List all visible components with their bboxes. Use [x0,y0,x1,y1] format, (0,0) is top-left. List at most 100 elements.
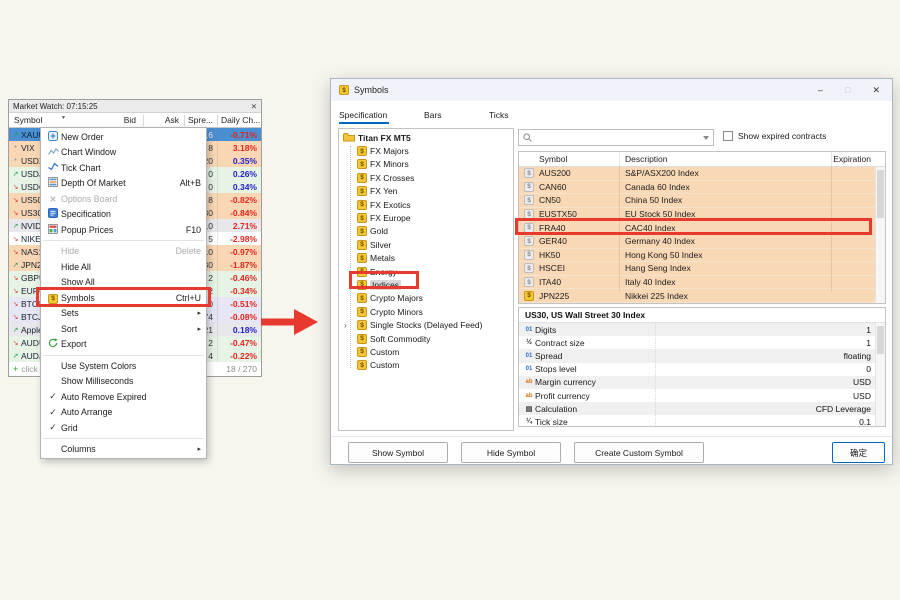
daily-change-value: 2.71% [232,220,257,231]
close-icon[interactable]: ✕ [251,102,257,111]
description-cell: Nikkei 225 Index [625,290,688,301]
tree-item-crypto-minors[interactable]: $ Crypto Minors [339,305,513,318]
property-label: Digits [535,324,557,335]
tree-item-fx-yen[interactable]: $ FX Yen [339,185,513,198]
symbol-group-icon: $ [357,159,367,170]
chevron-down-icon[interactable] [703,135,709,140]
column-symbol[interactable]: Symbol [519,154,619,164]
menu-item-depth-of-market[interactable]: Depth Of Market Alt+B [41,176,206,192]
tree-item-fx-majors[interactable]: $ FX Majors [339,144,513,157]
menu-item-popup-prices[interactable]: Popup Prices F10 [41,222,206,238]
scrollbar-thumb[interactable] [877,326,884,354]
spread-value: 2 [208,337,213,348]
menu-item-use-system-colors[interactable]: Use System Colors [41,358,206,374]
menu-item-sets[interactable]: Sets ▸ [41,306,206,322]
symbol-cell: ITA40 [539,277,562,288]
menu-item-show-milliseconds[interactable]: Show Milliseconds [41,374,206,390]
tree-item-custom[interactable]: $ Custom [339,345,513,358]
filter-caret-icon[interactable]: ▼ [61,115,66,121]
menu-item-hide-all[interactable]: Hide All [41,259,206,275]
menu-item-label: Sets [61,308,79,319]
menu-item-new-order[interactable]: New Order [41,129,206,145]
tab-ticks[interactable]: Ticks [481,110,541,127]
menu-item-sort[interactable]: Sort ▸ [41,321,206,337]
tree-item-label: Custom [370,346,400,357]
trend-up-icon: ↗ [12,131,19,139]
trend-down-icon: ↘ [12,209,19,217]
highlight-box-indices [349,271,419,289]
tree-item-fx-exotics[interactable]: $ FX Exotics [339,198,513,211]
property-type-icon: ½ [526,339,532,347]
tree-root-label: Titan FX MT5 [358,132,411,143]
daily-change-value: 3.18% [232,142,257,153]
tree-item-fx-minors[interactable]: $ FX Minors [339,158,513,171]
add-symbol-icon[interactable]: + [13,364,18,374]
menu-item-tick-chart[interactable]: Tick Chart [41,160,206,176]
tree-root[interactable]: Titan FX MT5 [339,131,513,144]
scrollbar-thumb[interactable] [877,170,884,218]
symbol-icon: $ [524,263,534,274]
tree-item-single-stocks-delayed-feed-[interactable]: › $ Single Stocks (Delayed Feed) [339,318,513,331]
folder-icon [343,132,355,144]
daily-change-value: -0.51% [230,298,257,309]
ok-button[interactable]: 确定 [832,442,885,463]
tree-item-label: Silver [370,239,392,250]
property-label: Contract size [535,337,585,348]
column-daily-change[interactable]: Daily Ch... [221,115,260,125]
menu-item-options-board[interactable]: ✕ Options Board [41,191,206,207]
column-spread[interactable]: Spre... [188,115,213,125]
menu-item-auto-remove-expired[interactable]: ✓ Auto Remove Expired [41,389,206,405]
dialog-title: Symbols [354,85,389,95]
menu-item-label: Hide All [61,261,91,272]
tree-item-custom[interactable]: $ Custom [339,359,513,372]
search-input[interactable] [536,132,699,143]
symbol-group-icon: $ [357,253,367,264]
spec-scrollbar[interactable] [875,323,885,426]
menu-item-label: Depth Of Market [61,178,126,189]
daily-change-value: 0.35% [232,155,257,166]
symbol-group-icon: $ [357,172,367,183]
menu-item-hide[interactable]: Hide Delete [41,244,206,260]
show-expired-checkbox[interactable] [723,131,733,141]
minimize-icon[interactable]: – [818,85,823,95]
column-description[interactable]: Description [619,154,829,164]
tree-item-soft-commodity[interactable]: $ Soft Commodity [339,332,513,345]
tab-bars[interactable]: Bars [416,110,481,127]
trend-neutral-icon: • [14,144,17,151]
tree-item-crypto-majors[interactable]: $ Crypto Majors [339,292,513,305]
hide-symbol-button[interactable]: Hide Symbol [461,442,561,463]
maximize-icon: □ [845,85,851,95]
close-icon[interactable]: ✕ [872,85,880,96]
menu-separator [43,438,204,439]
trend-up-icon: ↗ [12,326,19,334]
column-ask[interactable]: Ask [165,115,179,125]
table-scrollbar[interactable] [875,167,885,303]
expander-icon[interactable]: › [344,320,347,330]
tree-item-gold[interactable]: $ Gold [339,225,513,238]
tree-item-fx-europe[interactable]: $ FX Europe [339,211,513,224]
menu-item-columns[interactable]: Columns ▸ [41,442,206,458]
tree-item-fx-crosses[interactable]: $ FX Crosses [339,171,513,184]
column-symbol[interactable]: Symbol [14,115,42,125]
menu-item-export[interactable]: Export [41,337,206,353]
menu-item-specification[interactable]: Specification [41,207,206,223]
menu-separator [43,354,204,356]
description-cell: Germany 40 Index [625,236,695,247]
divider [331,436,892,437]
resize-grip-icon[interactable]: ⋰ [884,456,890,463]
symbol-group-icon: $ [357,226,367,237]
menu-item-chart-window[interactable]: Chart Window [41,145,206,161]
show-symbol-button[interactable]: Show Symbol [348,442,448,463]
tab-specification[interactable]: Specification [331,110,416,127]
market-watch-titlebar: Market Watch: 07:15:25 ✕ [9,100,261,113]
menu-item-label: Tick Chart [61,162,101,173]
column-bid[interactable]: Bid [124,115,136,125]
menu-item-auto-arrange[interactable]: ✓ Auto Arrange [41,405,206,421]
create-custom-symbol-button[interactable]: Create Custom Symbol [574,442,704,463]
menu-item-grid[interactable]: ✓ Grid [41,420,206,436]
tree-item-silver[interactable]: $ Silver [339,238,513,251]
daily-change-value: -0.08% [230,311,257,322]
tree-item-metals[interactable]: $ Metals [339,252,513,265]
column-expiration[interactable]: Expiration [829,154,885,164]
checkmark-icon: ✓ [49,422,57,433]
